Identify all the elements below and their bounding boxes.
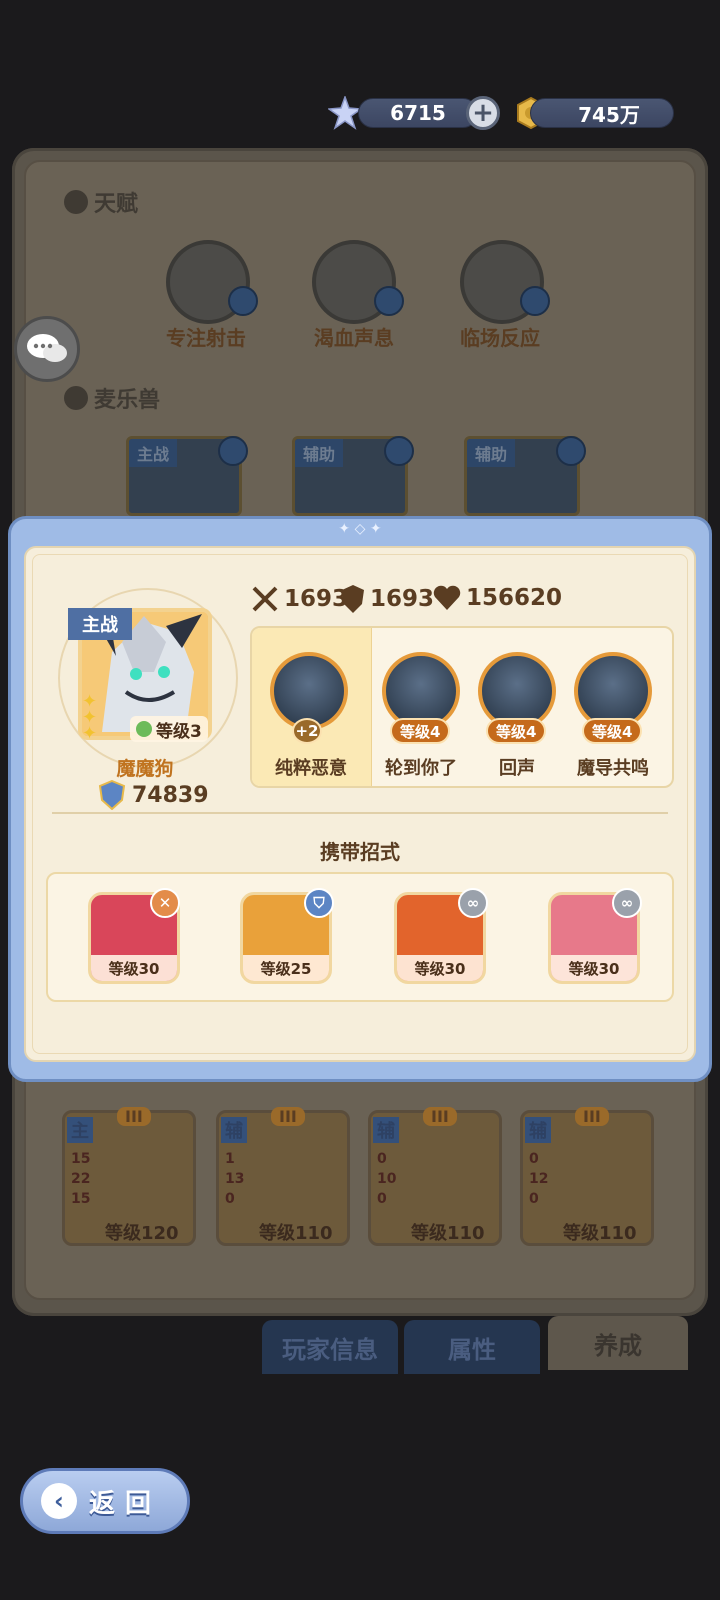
team-member-card[interactable]: 辅 III 1 13 0 等级110 <box>216 1107 350 1246</box>
tab-attributes[interactable]: 属性 <box>404 1320 540 1374</box>
magnify-icon[interactable] <box>374 286 404 316</box>
team-stat: 15 <box>71 1191 91 1207</box>
role-tag: 主战 <box>68 608 132 640</box>
skill-level: 等级4 <box>486 718 547 744</box>
talent-section-title: 天赋 <box>94 192 139 217</box>
crossed-swords-icon <box>252 586 278 612</box>
back-arrow-icon: ‹ <box>41 1483 77 1519</box>
section-divider <box>52 812 668 814</box>
moves-section-title: 携带招式 <box>320 840 400 864</box>
pet-role-tag: 主战 <box>129 439 178 467</box>
team-rank: III <box>271 1107 305 1126</box>
move-level: 等级30 <box>551 955 637 981</box>
star-gem-icon <box>326 94 364 130</box>
team-level: 等级110 <box>563 1223 637 1244</box>
pet-level: 等级3 <box>156 721 202 742</box>
link-icon: ∞ <box>612 888 642 918</box>
gold-count: 745万 <box>530 98 674 128</box>
pet-level-badge: 等级3 <box>130 716 208 742</box>
team-level: 等级110 <box>259 1223 333 1244</box>
team-stat: 0 <box>377 1151 387 1167</box>
tab-player-info[interactable]: 玩家信息 <box>262 1320 398 1374</box>
skill-level: +2 <box>292 718 322 744</box>
team-rank: III <box>423 1107 457 1126</box>
team-rank: III <box>117 1107 151 1126</box>
attack-value: 1693 <box>284 586 349 612</box>
team-stat: 12 <box>529 1171 549 1187</box>
team-role-tag: 主 <box>67 1117 93 1143</box>
team-stat: 10 <box>377 1171 397 1187</box>
defense-stat: 1693 <box>340 584 434 614</box>
skill-name: 纯粹恶意 <box>275 758 347 779</box>
skill-name: 回声 <box>499 758 535 779</box>
team-rank: III <box>575 1107 609 1126</box>
pet-name: 魔魔狗 <box>116 758 174 780</box>
link-icon: ∞ <box>458 888 488 918</box>
magnify-icon[interactable] <box>384 436 414 466</box>
power-shield-icon <box>98 780 126 810</box>
attack-stat: 1693 <box>250 584 348 614</box>
move-level: 等级25 <box>243 955 329 981</box>
back-label: 返回 <box>89 1488 162 1519</box>
team-stat: 15 <box>71 1151 91 1167</box>
magnify-icon[interactable] <box>520 286 550 316</box>
power-row: 74839 <box>98 780 209 810</box>
team-member-card[interactable]: 主 III 15 22 15 等级120 <box>62 1107 196 1246</box>
modal-top-ornament: ✦ ◇ ✦ <box>338 521 382 537</box>
power-value: 74839 <box>132 782 209 808</box>
move-level: 等级30 <box>91 955 177 981</box>
team-stat: 0 <box>529 1191 539 1207</box>
team-stat: 0 <box>377 1191 387 1207</box>
tab-growth[interactable]: 养成 <box>548 1316 688 1370</box>
team-member-card[interactable]: 辅 III 0 10 0 等级110 <box>368 1107 502 1246</box>
hp-value: 156620 <box>466 585 563 611</box>
skill-name: 魔导共鸣 <box>577 758 649 779</box>
add-gems-button[interactable]: + <box>466 96 500 130</box>
skill-name: 轮到你了 <box>385 758 457 779</box>
pets-section-title: 麦乐兽 <box>94 388 161 413</box>
pet-role-tag: 辅助 <box>295 439 344 467</box>
team-stat: 0 <box>225 1191 235 1207</box>
magnify-icon[interactable] <box>228 286 258 316</box>
team-role-tag: 辅 <box>525 1117 551 1143</box>
chat-button[interactable] <box>14 316 80 382</box>
defense-value: 1693 <box>370 586 435 612</box>
team-stat: 22 <box>71 1171 91 1187</box>
magnify-icon[interactable] <box>556 436 586 466</box>
talent-label: 专注射击 <box>166 326 246 350</box>
team-role-tag: 辅 <box>373 1117 399 1143</box>
talent-label: 渴血声息 <box>314 326 394 350</box>
pets-section-icon <box>64 386 88 410</box>
shield-icon: ⛉ <box>304 888 334 918</box>
gem-count: 6715 <box>358 98 478 128</box>
heart-icon <box>433 585 461 610</box>
team-level: 等级120 <box>105 1223 179 1244</box>
pet-role-tag: 辅助 <box>467 439 516 467</box>
magnify-icon[interactable] <box>218 436 248 466</box>
team-stat: 13 <box>225 1171 245 1187</box>
skill-level: 等级4 <box>582 718 643 744</box>
move-level: 等级30 <box>397 955 483 981</box>
talent-section-icon <box>64 190 88 214</box>
back-button[interactable]: ‹ 返回 <box>20 1468 190 1534</box>
team-member-card[interactable]: 辅 III 0 12 0 等级110 <box>520 1107 654 1246</box>
team-role-tag: 辅 <box>221 1117 247 1143</box>
team-level: 等级110 <box>411 1223 485 1244</box>
team-stat: 0 <box>529 1151 539 1167</box>
chat-bubble-icon <box>27 334 67 362</box>
crossed-swords-icon: ✕ <box>150 888 180 918</box>
shield-icon <box>342 585 364 613</box>
star-rank-icon: ✦ ✦ ✦ <box>82 691 98 744</box>
team-stat: 1 <box>225 1151 235 1167</box>
growth-leaf-icon <box>136 721 152 737</box>
skill-level: 等级4 <box>390 718 451 744</box>
talent-label: 临场反应 <box>460 326 540 350</box>
hp-stat: 156620 <box>432 584 562 612</box>
